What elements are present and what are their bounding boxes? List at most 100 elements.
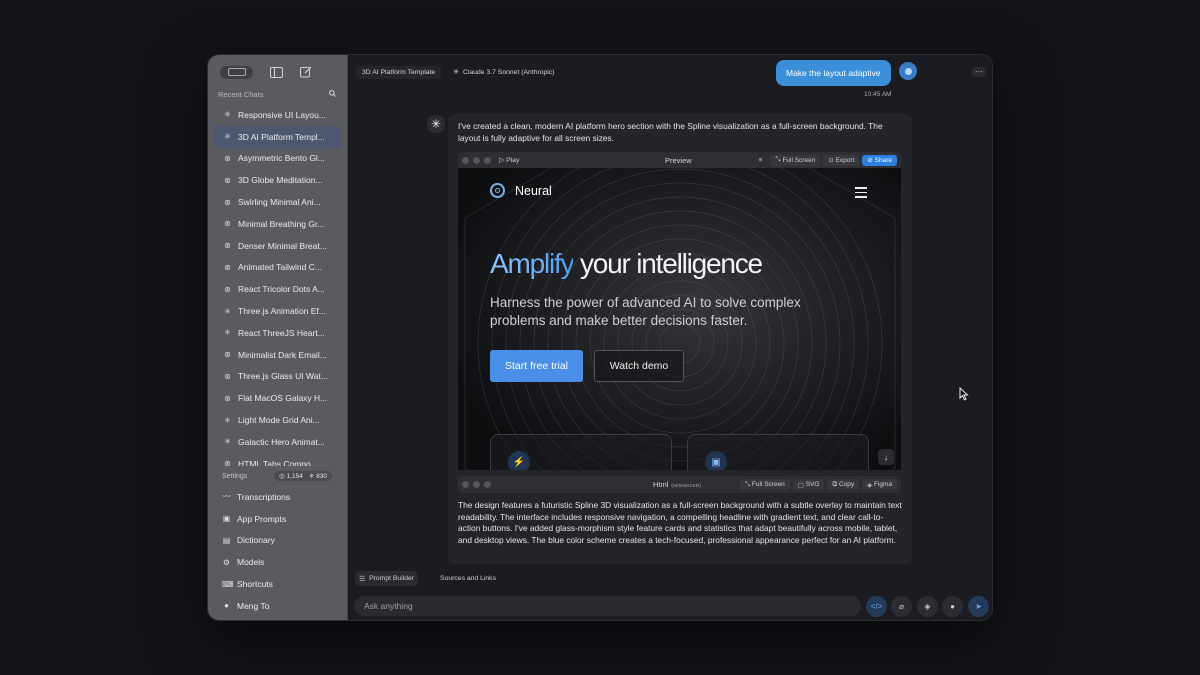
brand-name: Neural <box>515 183 552 198</box>
sidebar-chat-item[interactable]: ⊛ Asymmetric Bento Gl... <box>214 148 341 170</box>
window-dot <box>484 481 491 488</box>
openai-icon: ⊛ <box>224 393 231 403</box>
scroll-down-icon[interactable]: ↓ <box>878 449 894 465</box>
start-trial-button[interactable]: Start free trial <box>490 350 583 382</box>
figma-label: Figma <box>873 481 892 488</box>
sources-label: Sources and Links <box>440 575 496 582</box>
figma-icon[interactable]: ◈ <box>917 596 938 617</box>
more-options-icon[interactable]: ··· <box>972 67 986 77</box>
chat-item-label: React ThreeJS Heart... <box>238 327 325 338</box>
share-button[interactable]: ⊘ Share <box>862 154 897 166</box>
assistant-description-text: The design features a futuristic Spline … <box>458 500 902 545</box>
sidebar-chat-item[interactable]: ✳ 3D AI Platform Templ... <box>214 125 341 148</box>
user-icon: ● <box>224 601 229 611</box>
sidebar-toggle-icon[interactable] <box>269 65 283 79</box>
code-toolbar: Html (MINIMIZED) ⤡ Full Screen ▢ SVG ⧉ Co… <box>458 476 901 493</box>
settings-menu: 〰 Transcriptions ▣ App Prompts ▤ Dictionary ⚙ M… <box>222 486 342 617</box>
chat-item-label: Minimal Breathing Gr... <box>238 218 325 229</box>
sparkle-icon: ✳ <box>224 328 231 338</box>
openai-icon: ⊛ <box>224 219 231 229</box>
settings-menu-item[interactable]: ● Meng To <box>222 595 342 617</box>
export-button[interactable]: ⊙ Export <box>823 154 860 166</box>
sidebar-chat-item[interactable]: ⊛ HTML Tabs Compo... <box>214 453 341 466</box>
search-icon[interactable] <box>329 90 336 99</box>
main-panel: 3D AI Platform Template ✳ Claude 3.7 Sonn… <box>348 55 992 620</box>
watch-demo-button[interactable]: Watch demo <box>594 350 684 382</box>
copy-button[interactable]: ⧉ Copy <box>827 479 860 490</box>
chat-item-label: Denser Minimal Breat... <box>238 240 327 251</box>
sidebar-chat-item[interactable]: ⊛ Swirling Minimal Ani... <box>214 191 341 213</box>
neural-logo-icon <box>490 183 505 198</box>
hamburger-menu-icon[interactable] <box>855 187 867 201</box>
assistant-intro-text: I've created a clean, modern AI platform… <box>458 121 883 143</box>
svg-button[interactable]: ▢ SVG <box>792 479 825 490</box>
openai-icon: ⊛ <box>224 153 231 163</box>
waveform-icon: 〰 <box>222 492 231 502</box>
settings-row: Settings ◎ 1,154 ✳ 830 <box>222 471 332 481</box>
chat-item-label: React Tricolor Dots A... <box>238 284 325 295</box>
settings-label[interactable]: Settings <box>222 473 247 480</box>
recent-chats-label: Recent Chats <box>218 90 264 99</box>
openai-icon: ⊛ <box>224 371 231 381</box>
usage-counts: ◎ 1,154 ✳ 830 <box>274 471 332 481</box>
user-avatar[interactable] <box>899 62 917 80</box>
tab-prompt-builder[interactable]: ☰ Prompt Builder <box>355 571 419 586</box>
code-icon[interactable]: </> <box>866 596 887 617</box>
sidebar-chat-item[interactable]: ⊛ Minimalist Dark Email... <box>214 344 341 366</box>
settings-menu-item[interactable]: ⌨ Shortcuts <box>222 573 342 595</box>
sidebar-chat-item[interactable]: ⊛ 3D Globe Meditation... <box>214 169 341 191</box>
figma-button[interactable]: ◈ Figma <box>862 479 897 490</box>
sidebar-chat-item[interactable]: ⊛ Denser Minimal Breat... <box>214 235 341 257</box>
attach-icon[interactable]: ⌀ <box>891 596 912 617</box>
sidebar: Recent Chats ✳ Responsive UI Layou... ✳ 3D … <box>208 55 348 620</box>
sidebar-chat-item[interactable]: ✳ Galactic Hero Animat... <box>214 431 341 453</box>
code-actions: ⤡ Full Screen ▢ SVG ⧉ Copy ◈ Figma <box>739 479 897 490</box>
window-dot <box>473 156 480 164</box>
user-message: Make the layout adaptive <box>776 60 891 86</box>
sidebar-chat-item[interactable]: ⊛ Animated Tailwind C... <box>214 257 341 279</box>
sidebar-chat-item[interactable]: ✳ Light Mode Grid Ani... <box>214 409 341 431</box>
settings-menu-item[interactable]: ▤ Dictionary <box>222 530 342 552</box>
tab-project-label: 3D AI Platform Template <box>362 68 436 76</box>
message-timestamp: 10:45 AM <box>864 91 892 98</box>
sidebar-chat-item[interactable]: ✳ Responsive UI Layou... <box>214 104 341 126</box>
code-fullscreen-button[interactable]: ⤡ Full Screen <box>739 479 790 490</box>
hero-subheadline: Harness the power of advanced AI to solv… <box>490 295 801 328</box>
settings-menu-item[interactable]: ⚙ Models <box>222 551 342 573</box>
feature-card: ⚡ <box>490 434 672 470</box>
settings-menu-item[interactable]: ▣ App Prompts <box>222 508 342 530</box>
sidebar-chat-item[interactable]: ⊛ Minimal Breathing Gr... <box>214 213 341 235</box>
chat-item-label: Light Mode Grid Ani... <box>238 415 320 426</box>
keyboard-icon: ⌨ <box>222 579 234 589</box>
sidebar-chat-item[interactable]: ⊛ React Tricolor Dots A... <box>214 278 341 300</box>
sidebar-chat-item[interactable]: ✳ Three.js Animation Ef... <box>214 300 341 322</box>
chat-item-label: Animated Tailwind C... <box>238 262 322 273</box>
fullscreen-label: Full Screen <box>782 156 816 164</box>
headline-accent: Amplify <box>490 248 575 279</box>
tab-model[interactable]: ✳ Claude 3.7 Sonnet (Anthropic) <box>447 66 560 79</box>
prompt-builder-label: Prompt Builder <box>369 575 415 582</box>
tab-model-label: Claude 3.7 Sonnet (Anthropic) <box>463 68 555 76</box>
svg-label: SVG <box>805 481 820 488</box>
chat-input[interactable] <box>364 601 861 611</box>
fullscreen-button[interactable]: ⤡ Full Screen <box>770 154 821 166</box>
window-toggle-button[interactable] <box>220 65 253 79</box>
app-window: Recent Chats ✳ Responsive UI Layou... ✳ 3D … <box>207 54 993 621</box>
tab-sources[interactable]: Sources and Links <box>436 571 500 586</box>
new-chat-icon[interactable] <box>299 65 313 79</box>
sidebar-chat-item[interactable]: ⊛ Three.js Glass UI Wat... <box>214 366 341 388</box>
hero-headline: Amplify your intelligence <box>490 248 763 280</box>
tab-project[interactable]: 3D AI Platform Template <box>356 65 442 79</box>
sidebar-chat-item[interactable]: ✳ React ThreeJS Heart... <box>214 322 341 344</box>
list-icon[interactable]: ≡ <box>754 155 768 166</box>
sparkle-icon: ✳ <box>453 69 460 76</box>
chat-item-label: Asymmetric Bento Gl... <box>238 153 325 164</box>
settings-menu-item[interactable]: 〰 Transcriptions <box>222 486 342 508</box>
assistant-sparkle-icon: ✳ <box>427 115 445 133</box>
play-button[interactable]: ▷ Play <box>499 156 519 164</box>
sparkle-icon: ✳ <box>224 415 231 425</box>
brand-logo[interactable]: Neural <box>490 183 552 198</box>
microphone-icon[interactable]: ● <box>942 596 963 617</box>
send-icon[interactable]: ➤ <box>968 596 989 617</box>
sidebar-chat-item[interactable]: ⊛ Flat MacOS Galaxy H... <box>214 387 341 409</box>
